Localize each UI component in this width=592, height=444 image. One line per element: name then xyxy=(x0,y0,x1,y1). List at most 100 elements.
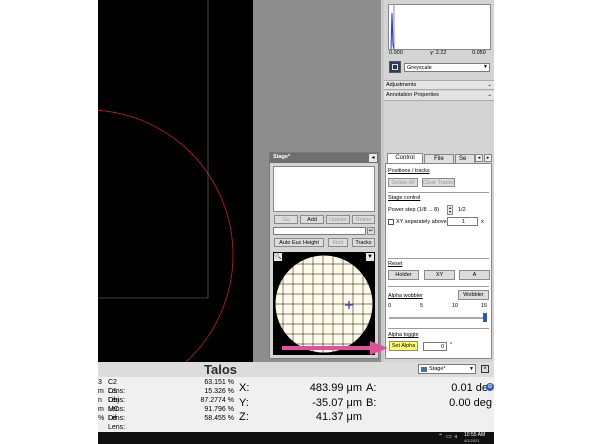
alpha-value-input[interactable]: 0 xyxy=(423,342,447,351)
clear-tracks-button[interactable]: Clear Tracks xyxy=(422,178,455,187)
status-bar: Talos Stage* ▼ × 3 C2 Lens: 63.151 % m C1 L… xyxy=(98,362,494,432)
expand-icon[interactable]: ⊖ xyxy=(486,383,494,391)
wobbler-scale-15: 15 xyxy=(481,303,488,309)
holder-button[interactable]: Holder xyxy=(388,270,419,280)
tab-scroll-left-icon[interactable]: ◂ xyxy=(475,154,483,162)
divider xyxy=(388,258,489,259)
wobbler-scale-5: 5 xyxy=(420,303,424,309)
close-icon[interactable]: × xyxy=(481,365,489,373)
divider xyxy=(388,328,489,329)
panel-select-icon xyxy=(421,366,427,372)
alpha-unit: ° xyxy=(450,342,453,348)
tray-up-icon[interactable]: ⌃ xyxy=(438,433,443,440)
xy-separately-unit: x xyxy=(481,219,484,225)
network-icon[interactable]: ▭ xyxy=(446,433,452,440)
chevron-down-icon: ⌄ xyxy=(487,92,492,98)
adjustments-header[interactable]: Adjustments ⌄ xyxy=(384,80,494,90)
x-label: X: xyxy=(239,382,250,394)
b-label: B: xyxy=(366,397,377,409)
divider xyxy=(388,192,489,193)
go-button[interactable]: Go xyxy=(274,215,298,224)
positions-header: Positions / tracks xyxy=(388,168,430,174)
wobbler-slider-thumb[interactable] xyxy=(483,313,487,322)
power-step-spinner[interactable]: ▴ ▾ xyxy=(447,205,453,215)
panel-select-value: Stage* xyxy=(429,366,446,372)
histogram-max: 0.050 xyxy=(472,50,486,56)
reset-header: Reset xyxy=(388,261,403,267)
panel-select[interactable]: Stage* ▼ xyxy=(418,364,476,374)
xy-separately-label: XY separately above xyxy=(396,219,447,225)
add-button[interactable]: Add xyxy=(300,215,324,224)
z-label: Z: xyxy=(239,411,249,423)
right-margin xyxy=(494,0,592,362)
tracks-button[interactable]: Tracks xyxy=(352,238,375,247)
chevron-down-icon: ⌄ xyxy=(487,82,492,88)
auto-euc-height-button[interactable]: Auto Euc Height xyxy=(274,238,324,247)
delete-button[interactable]: Delete xyxy=(352,215,375,224)
set-alpha-button[interactable]: Set Alpha xyxy=(389,341,418,351)
update-button[interactable]: Update xyxy=(326,215,350,224)
x-value: 483.99 μm xyxy=(309,382,362,394)
taskbar: ⌃ ▭ ◃ 10:55 AM 4/1/2021 xyxy=(98,432,494,444)
power-step-value: 1/2 xyxy=(458,207,466,213)
a-label: A: xyxy=(366,382,377,394)
b-value: 0.00 deg xyxy=(449,397,492,409)
y-value: -35.07 μm xyxy=(312,397,362,409)
lens-readouts: 3 C2 Lens: 63.151 % m C1 Lens: 15.326 % n Obj… xyxy=(98,378,238,431)
stage-control-header: Stage control xyxy=(388,195,421,201)
z-value: 41.37 μm xyxy=(315,411,362,423)
control-panel: Control File Se ◂ ▸ Positions / tracks D… xyxy=(384,150,494,362)
power-step-label: Power step (1/8 ... 8) xyxy=(388,207,440,213)
tab-scroll-right-icon[interactable]: ▸ xyxy=(484,154,492,162)
annotation-header[interactable]: Annotation Properties ⌄ xyxy=(384,91,494,101)
a-value: 0.01 de xyxy=(451,382,488,394)
stage-window: Stage* ◂ Go Add Update Delete ↵ Auto Euc… xyxy=(269,152,379,359)
histogram-plot xyxy=(388,4,491,50)
lens-row: m C1 Lens: 15.326 % xyxy=(98,388,234,404)
xy-button[interactable]: XY xyxy=(424,270,455,280)
wobbler-button[interactable]: Wobbler xyxy=(458,290,489,300)
xy-separately-value: 1 xyxy=(461,218,466,225)
find-button[interactable]: Find xyxy=(328,238,348,247)
divider xyxy=(388,286,489,287)
tab-control[interactable]: Control xyxy=(387,153,423,163)
y-label: Y: xyxy=(239,397,249,409)
lens-row: % Dif Lens: 58.455 % xyxy=(98,415,234,431)
alpha-toggle-header: Alpha toggle xyxy=(388,332,419,338)
delete-all-button[interactable]: Delete All xyxy=(388,178,418,187)
lut-icon[interactable] xyxy=(389,61,401,73)
status-title-bar: Talos Stage* ▼ × xyxy=(98,362,494,377)
histogram-min: 0.000 xyxy=(389,50,403,56)
control-tab-body: Positions / tracks Delete All Clear Trac… xyxy=(385,163,492,359)
lens-row: 3 C2 Lens: 63.151 % xyxy=(98,379,234,395)
lens-row: m MC Lens: 91.796 % xyxy=(98,406,234,422)
status-title: Talos xyxy=(204,362,237,377)
enter-icon[interactable]: ↵ xyxy=(367,227,375,235)
tab-file[interactable]: File xyxy=(424,154,454,163)
taskbar-date[interactable]: 4/1/2021 xyxy=(464,438,480,443)
tab-se[interactable]: Se xyxy=(455,154,475,163)
right-panel: 0.000 γ: 2.22 0.050 Greyscale ▼ Adjustme… xyxy=(384,0,494,150)
annotation-arrow xyxy=(282,341,388,355)
xy-separately-checkbox[interactable] xyxy=(388,219,394,225)
stage-window-title: Stage* xyxy=(273,154,291,160)
alpha-value: 0 xyxy=(440,343,444,350)
position-name-input[interactable] xyxy=(273,227,366,235)
annotation-label: Annotation Properties xyxy=(386,92,439,98)
stage-window-titlebar[interactable]: Stage* ◂ xyxy=(270,153,378,163)
volume-icon[interactable]: ◃ xyxy=(454,433,457,440)
chevron-down-icon: ▼ xyxy=(483,64,488,70)
wobbler-slider-track[interactable] xyxy=(389,317,487,319)
chevron-down-icon: ▼ xyxy=(469,366,474,372)
xy-separately-input[interactable]: 1 xyxy=(447,217,478,226)
a-button[interactable]: A xyxy=(459,270,490,280)
left-margin xyxy=(0,0,98,362)
image-overlay xyxy=(98,0,234,362)
positions-list[interactable] xyxy=(273,166,375,212)
image-viewer[interactable] xyxy=(98,0,253,362)
collapse-icon[interactable]: ◂ xyxy=(369,154,377,162)
alpha-wobbler-header: Alpha wobbler xyxy=(388,293,423,299)
lut-select-value: Greyscale xyxy=(407,64,432,71)
lut-select[interactable]: Greyscale ▼ xyxy=(404,63,490,72)
wobbler-scale-10: 10 xyxy=(452,303,459,309)
